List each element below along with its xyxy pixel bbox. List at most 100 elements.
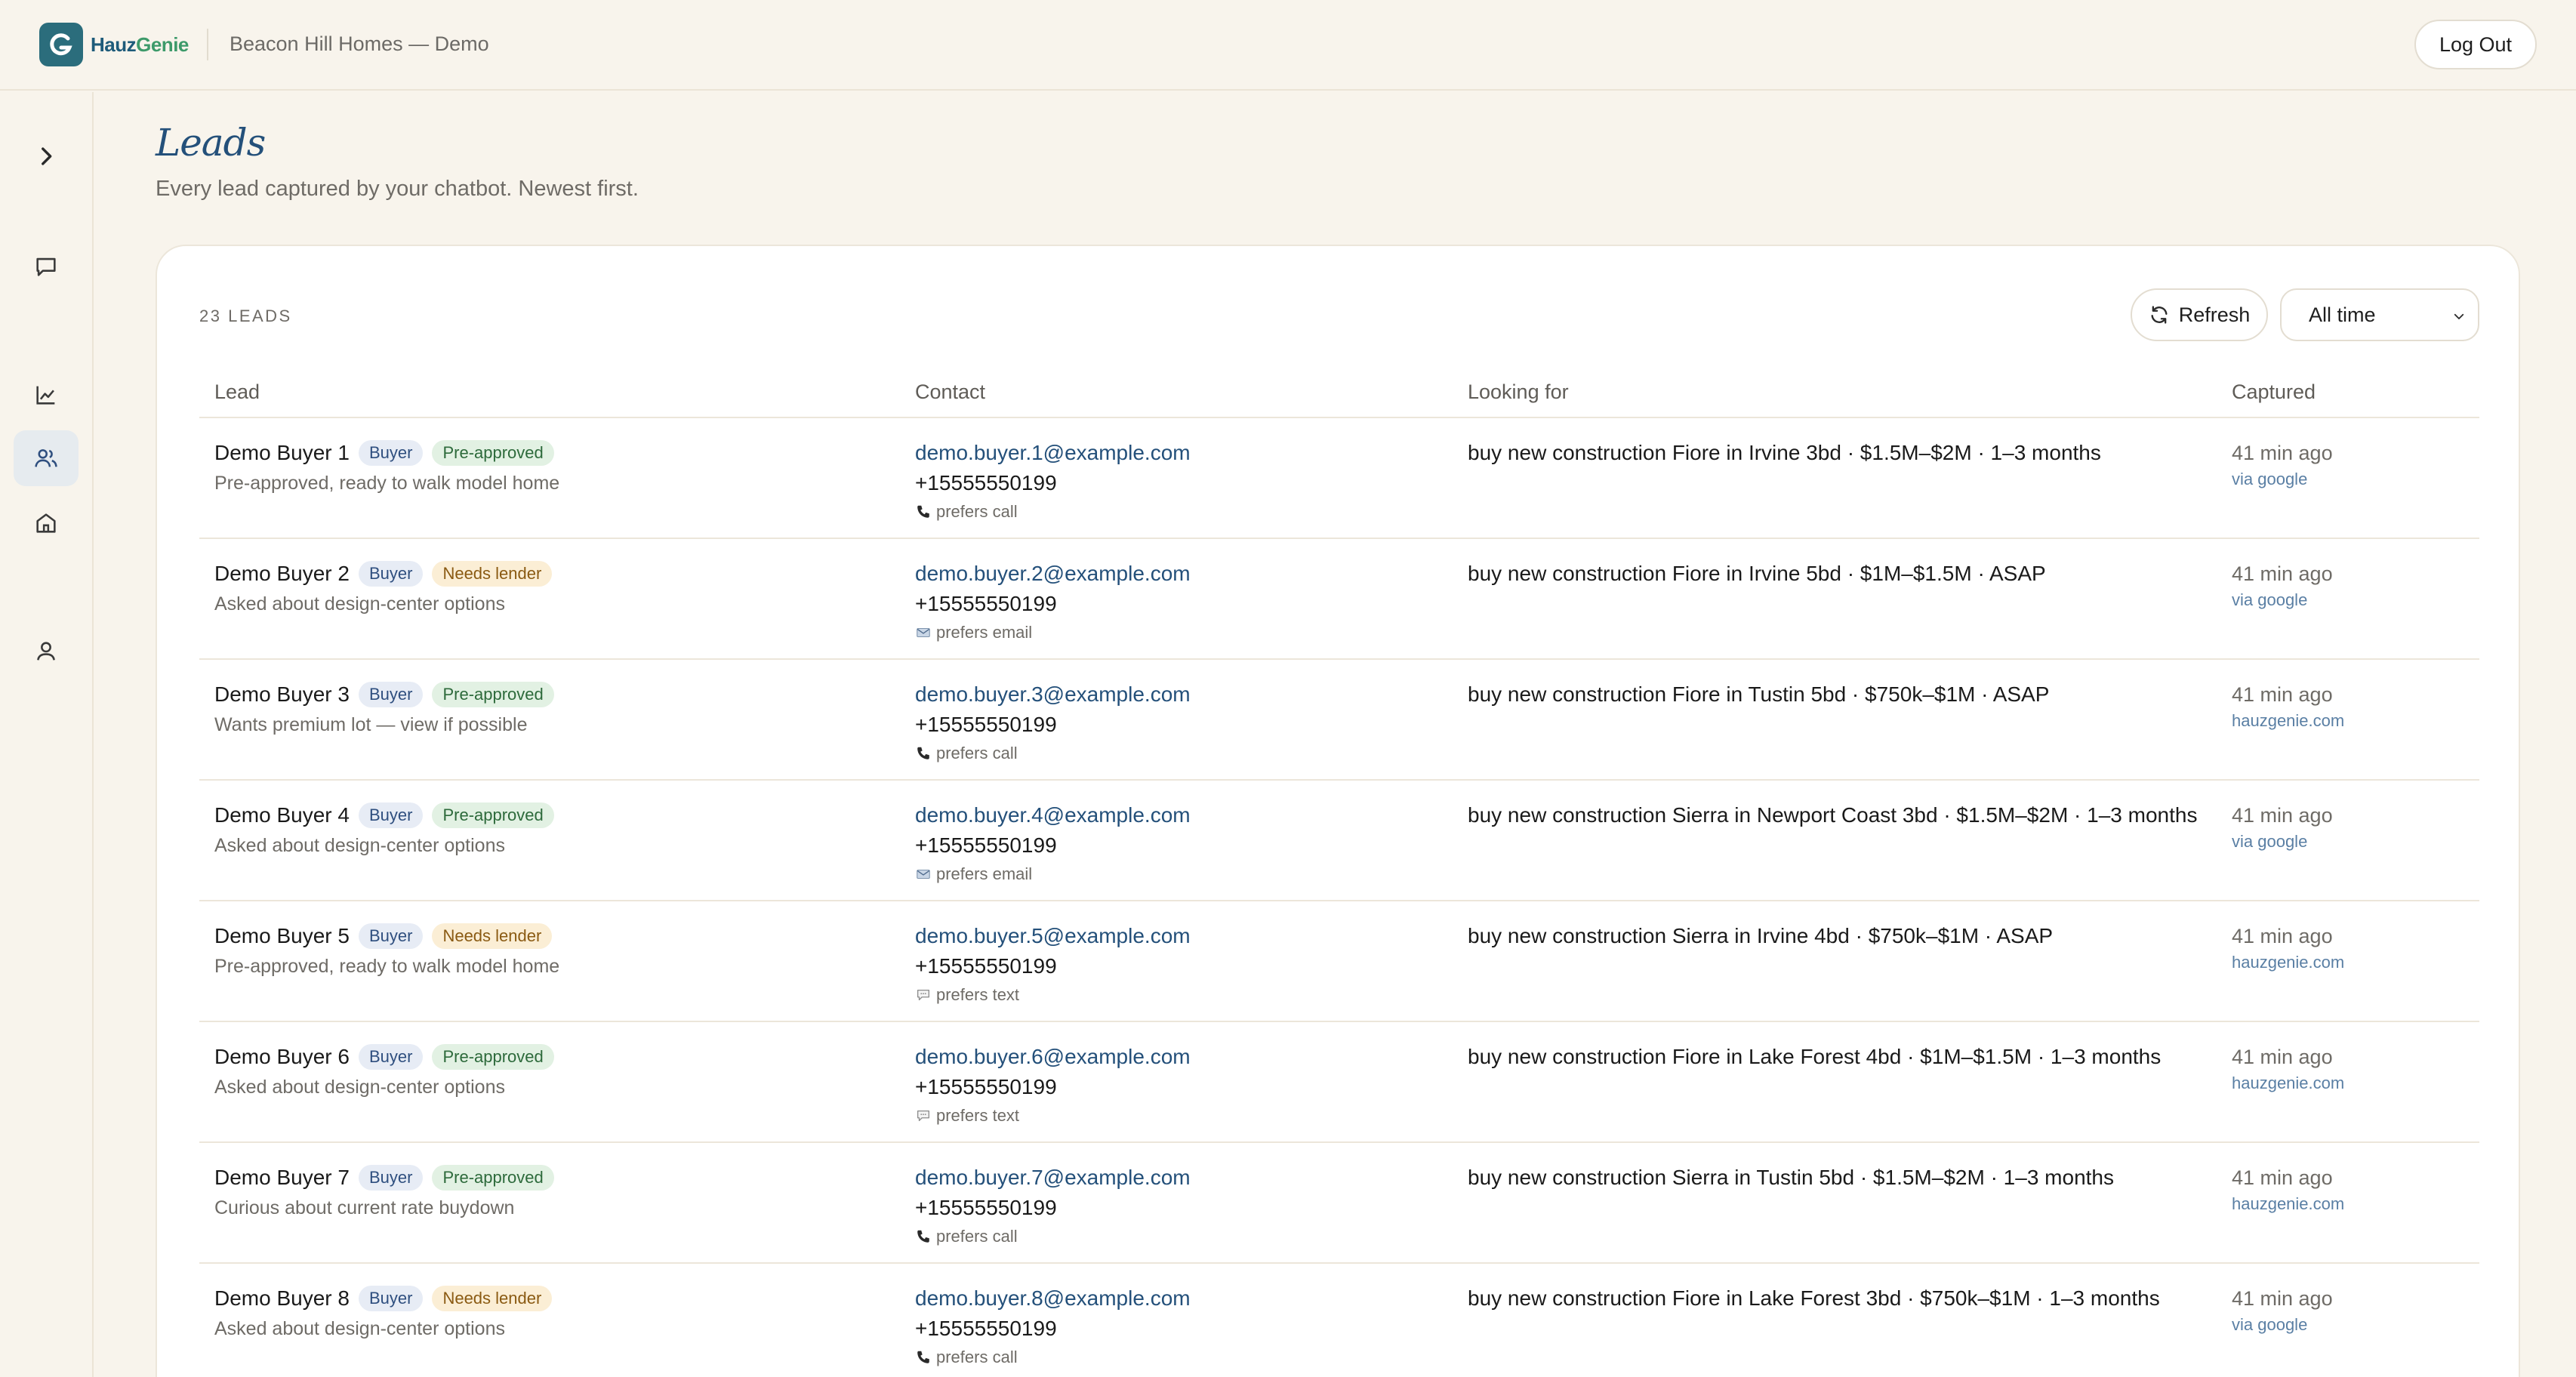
sidebar-item-leads[interactable] — [14, 430, 79, 486]
lead-cell: Demo Buyer 1 Buyer Pre-approved Pre-approve… — [214, 438, 894, 494]
column-header-contact[interactable]: Contact — [915, 380, 985, 404]
lead-name[interactable]: Demo Buyer 8 — [214, 1286, 350, 1311]
table-row[interactable]: Demo Buyer 5 Buyer Needs lender Pre-approve… — [199, 901, 2479, 1022]
lead-name-line: Demo Buyer 6 Buyer Pre-approved — [214, 1042, 894, 1072]
captured-time: 41 min ago — [2232, 683, 2333, 706]
contact-cell: demo.buyer.7@example.com +15555550199 pref… — [915, 1163, 1444, 1250]
captured-time: 41 min ago — [2232, 804, 2333, 827]
table-row[interactable]: Demo Buyer 8 Buyer Needs lender Asked about… — [199, 1264, 2479, 1377]
captured-cell: 41 min ago via google — [2232, 800, 2473, 852]
lead-name[interactable]: Demo Buyer 7 — [214, 1166, 350, 1190]
lead-name-line: Demo Buyer 5 Buyer Needs lender — [214, 921, 894, 951]
lead-name[interactable]: Demo Buyer 6 — [214, 1045, 350, 1069]
lead-note: Asked about design-center options — [214, 1318, 505, 1339]
sidebar-expand[interactable] — [14, 128, 79, 184]
speech-bubble-icon — [915, 1107, 932, 1124]
role-badge: Buyer — [358, 923, 424, 949]
looking-for-cell: buy new construction Fiore in Lake Fores… — [1468, 1042, 2223, 1072]
phone-icon — [915, 504, 932, 520]
role-badge: Buyer — [358, 1286, 424, 1311]
lead-name-line: Demo Buyer 1 Buyer Pre-approved — [214, 438, 894, 468]
captured-cell: 41 min ago via google — [2232, 438, 2473, 489]
top-bar: HauzGenie Beacon Hill Homes — Demo Log O… — [0, 0, 2576, 91]
sidebar-item-conversations[interactable] — [14, 239, 79, 294]
status-badge: Pre-approved — [432, 802, 554, 828]
email-icon — [915, 624, 932, 641]
lead-name-line: Demo Buyer 7 Buyer Pre-approved — [214, 1163, 894, 1193]
table-row[interactable]: Demo Buyer 7 Buyer Pre-approved Curious abo… — [199, 1143, 2479, 1264]
sidebar-item-account[interactable] — [14, 624, 79, 679]
home-icon — [36, 513, 56, 533]
lead-name[interactable]: Demo Buyer 5 — [214, 924, 350, 948]
table-row[interactable]: Demo Buyer 1 Buyer Pre-approved Pre-approve… — [199, 418, 2479, 539]
email-link[interactable]: demo.buyer.8@example.com — [915, 1283, 1444, 1314]
phone-number: +15555550199 — [915, 1075, 1057, 1098]
looking-for-cell: buy new construction Sierra in Tustin 5b… — [1468, 1163, 2223, 1193]
looking-for-text: buy new construction Fiore in Irvine 3bd… — [1468, 441, 2101, 464]
contact-cell: demo.buyer.2@example.com +15555550199 pref… — [915, 559, 1444, 646]
table-row[interactable]: Demo Buyer 6 Buyer Pre-approved Asked about… — [199, 1022, 2479, 1143]
lead-note: Asked about design-center options — [214, 1077, 505, 1098]
lead-name-line: Demo Buyer 3 Buyer Pre-approved — [214, 679, 894, 710]
looking-for-cell: buy new construction Sierra in Newport C… — [1468, 800, 2223, 830]
lead-source: hauzgenie.com — [2232, 953, 2345, 972]
phone-number: +15555550199 — [915, 713, 1057, 736]
lead-name[interactable]: Demo Buyer 1 — [214, 441, 350, 465]
table-row[interactable]: Demo Buyer 3 Buyer Pre-approved Wants premi… — [199, 660, 2479, 781]
captured-time: 41 min ago — [2232, 1166, 2333, 1189]
sidebar — [0, 92, 94, 1377]
time-range-value: All time — [2309, 303, 2376, 326]
lead-cell: Demo Buyer 2 Buyer Needs lender Asked about… — [214, 559, 894, 615]
looking-for-cell: buy new construction Fiore in Lake Fores… — [1468, 1283, 2223, 1314]
logo-wordmark[interactable]: HauzGenie — [91, 33, 189, 57]
email-link[interactable]: demo.buyer.3@example.com — [915, 679, 1444, 710]
lead-source: hauzgenie.com — [2232, 1194, 2345, 1213]
captured-time: 41 min ago — [2232, 562, 2333, 585]
email-link[interactable]: demo.buyer.1@example.com — [915, 438, 1444, 468]
lead-name-line: Demo Buyer 4 Buyer Pre-approved — [214, 800, 894, 830]
email-link[interactable]: demo.buyer.2@example.com — [915, 559, 1444, 589]
leads-count: 23 LEADS — [199, 307, 292, 325]
contact-cell: demo.buyer.4@example.com +15555550199 pref… — [915, 800, 1444, 888]
lead-note: Wants premium lot — view if possible — [214, 714, 528, 735]
role-badge: Buyer — [358, 802, 424, 828]
looking-for-cell: buy new construction Fiore in Irvine 5bd… — [1468, 559, 2223, 589]
captured-time: 41 min ago — [2232, 1046, 2333, 1068]
column-header-looking-for[interactable]: Looking for — [1468, 380, 1569, 404]
lead-name-line: Demo Buyer 8 Buyer Needs lender — [214, 1283, 894, 1314]
column-header-lead[interactable]: Lead — [214, 380, 260, 404]
chevron-right-icon — [42, 147, 52, 165]
sidebar-item-listings[interactable] — [14, 495, 79, 551]
email-link[interactable]: demo.buyer.7@example.com — [915, 1163, 1444, 1193]
captured-time: 41 min ago — [2232, 442, 2333, 464]
email-link[interactable]: demo.buyer.5@example.com — [915, 921, 1444, 951]
lead-name[interactable]: Demo Buyer 3 — [214, 682, 350, 707]
logo-icon[interactable] — [39, 23, 83, 66]
lead-cell: Demo Buyer 6 Buyer Pre-approved Asked about… — [214, 1042, 894, 1098]
leads-table: Lead Contact Looking for Captured Demo B… — [199, 368, 2479, 1377]
lead-note: Curious about current rate buydown — [214, 1197, 515, 1218]
refresh-button[interactable]: Refresh — [2131, 288, 2268, 341]
time-range-select[interactable]: All time — [2280, 288, 2479, 341]
table-row[interactable]: Demo Buyer 4 Buyer Pre-approved Asked about… — [199, 781, 2479, 901]
contact-preference: prefers email — [915, 619, 1444, 646]
contact-preference-label: prefers call — [936, 1227, 1018, 1246]
table-row[interactable]: Demo Buyer 2 Buyer Needs lender Asked about… — [199, 539, 2479, 660]
phone-icon — [915, 1349, 932, 1366]
email-link[interactable]: demo.buyer.6@example.com — [915, 1042, 1444, 1072]
lead-name[interactable]: Demo Buyer 2 — [214, 562, 350, 586]
email-link[interactable]: demo.buyer.4@example.com — [915, 800, 1444, 830]
column-header-captured[interactable]: Captured — [2232, 380, 2316, 404]
looking-for-text: buy new construction Sierra in Tustin 5b… — [1468, 1166, 2114, 1189]
logo-part-hauz: Hauz — [91, 33, 137, 56]
lead-name[interactable]: Demo Buyer 4 — [214, 803, 350, 827]
workspace-name: Beacon Hill Homes — Demo — [230, 32, 489, 55]
logout-button[interactable]: Log Out — [2414, 20, 2537, 69]
lead-source: via google — [2232, 1315, 2308, 1334]
captured-cell: 41 min ago via google — [2232, 559, 2473, 610]
lead-cell: Demo Buyer 7 Buyer Pre-approved Curious abo… — [214, 1163, 894, 1219]
contact-preference: prefers call — [915, 1344, 1444, 1371]
lead-note: Asked about design-center options — [214, 593, 505, 615]
email-icon — [915, 866, 932, 883]
sidebar-item-analytics[interactable] — [14, 367, 79, 423]
